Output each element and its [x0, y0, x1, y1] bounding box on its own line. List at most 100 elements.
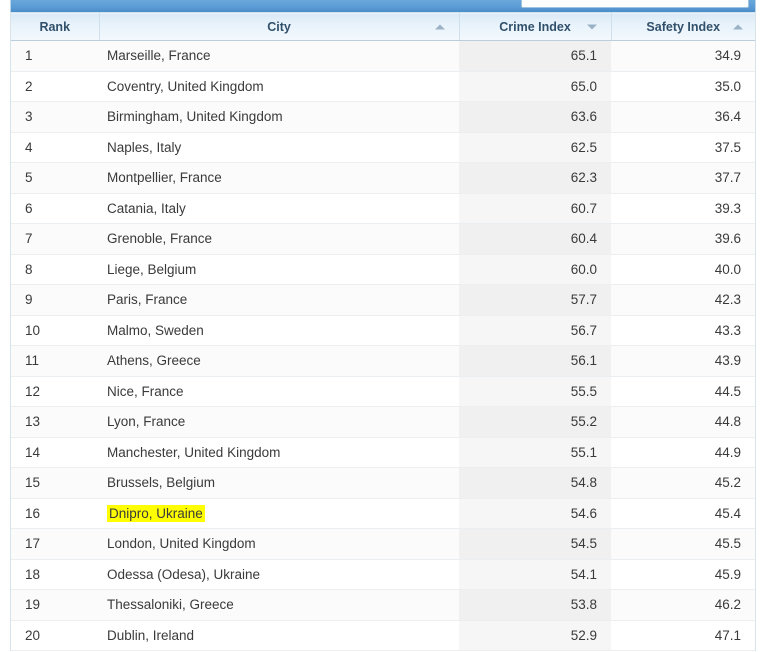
cell-rank: 7 — [11, 223, 99, 255]
cell-crime-index: 53.8 — [459, 589, 611, 621]
cell-safety-index: 44.5 — [611, 376, 755, 407]
highlighted-city-text: Dnipro, Ukraine — [107, 504, 205, 522]
cell-safety-index: 42.3 — [611, 284, 755, 316]
table-row[interactable]: 7 Grenoble, France 60.4 39.6 — [11, 223, 755, 255]
search-input[interactable] — [521, 0, 749, 8]
cell-rank: 4 — [11, 132, 99, 163]
cell-rank: 20 — [11, 620, 99, 651]
cell-safety-index: 45.2 — [611, 467, 755, 499]
table-row[interactable]: 3 Birmingham, United Kingdom 63.6 36.4 — [11, 101, 755, 133]
cell-rank: 17 — [11, 528, 99, 560]
table-row[interactable]: 13 Lyon, France 55.2 44.8 — [11, 406, 755, 438]
cell-rank: 1 — [11, 40, 99, 72]
table-row[interactable]: 6 Catania, Italy 60.7 39.3 — [11, 193, 755, 224]
table-body: 1 Marseille, France 65.1 34.9 2 Coventry, Uni… — [11, 40, 755, 651]
column-header-crime-index[interactable]: Crime Index — [459, 12, 612, 41]
cell-crime-index: 56.1 — [459, 345, 611, 377]
cell-city: Odessa (Odesa), Ukraine — [99, 559, 459, 590]
column-header-rank-label: Rank — [39, 19, 71, 34]
cell-rank: 6 — [11, 193, 99, 224]
cell-rank: 16 — [11, 498, 99, 529]
cell-crime-index: 60.0 — [459, 254, 611, 285]
cell-rank: 18 — [11, 559, 99, 590]
column-header-crime-index-label: Crime Index — [499, 19, 571, 34]
cell-crime-index: 54.8 — [459, 467, 611, 499]
cell-safety-index: 45.9 — [611, 559, 755, 590]
cell-safety-index: 40.0 — [611, 254, 755, 285]
cell-city: Naples, Italy — [99, 132, 459, 163]
table-row[interactable]: 4 Naples, Italy 62.5 37.5 — [11, 132, 755, 163]
cell-safety-index: 45.5 — [611, 528, 755, 560]
column-header-safety-index-label: Safety Index — [646, 19, 721, 34]
table-row[interactable]: 11 Athens, Greece 56.1 43.9 — [11, 345, 755, 377]
cell-city: Birmingham, United Kingdom — [99, 101, 459, 133]
cell-city: Montpellier, France — [99, 162, 459, 194]
cell-safety-index: 43.3 — [611, 315, 755, 346]
cell-city: Paris, France — [99, 284, 459, 316]
cell-safety-index: 45.4 — [611, 498, 755, 529]
cell-rank: 10 — [11, 315, 99, 346]
cell-crime-index: 52.9 — [459, 620, 611, 651]
cell-safety-index: 43.9 — [611, 345, 755, 377]
cell-city: Marseille, France — [99, 40, 459, 72]
cell-crime-index: 57.7 — [459, 284, 611, 316]
sort-descending-icon — [586, 24, 597, 29]
cell-crime-index: 54.5 — [459, 528, 611, 560]
cell-crime-index: 65.0 — [459, 71, 611, 102]
table-header-row: Rank City Crime Index Safety Index — [11, 12, 755, 41]
cell-rank: 5 — [11, 162, 99, 194]
table-row[interactable]: 12 Nice, France 55.5 44.5 — [11, 376, 755, 407]
cell-rank: 2 — [11, 71, 99, 102]
cell-city: London, United Kingdom — [99, 528, 459, 560]
table-row[interactable]: 2 Coventry, United Kingdom 65.0 35.0 — [11, 71, 755, 102]
table-row[interactable]: 20 Dublin, Ireland 52.9 47.1 — [11, 620, 755, 651]
cell-safety-index: 47.1 — [611, 620, 755, 651]
table-row[interactable]: 5 Montpellier, France 62.3 37.7 — [11, 162, 755, 194]
cell-crime-index: 65.1 — [459, 40, 611, 72]
cell-crime-index: 54.6 — [459, 498, 611, 529]
cell-crime-index: 63.6 — [459, 101, 611, 133]
cell-rank: 13 — [11, 406, 99, 438]
table-row[interactable]: 16 Dnipro, Ukraine 54.6 45.4 — [11, 498, 755, 529]
column-header-city-label: City — [267, 19, 291, 34]
table-row[interactable]: 1 Marseille, France 65.1 34.9 — [11, 40, 755, 72]
cell-rank: 9 — [11, 284, 99, 316]
table-row[interactable]: 18 Odessa (Odesa), Ukraine 54.1 45.9 — [11, 559, 755, 590]
table-row[interactable]: 19 Thessaloniki, Greece 53.8 46.2 — [11, 589, 755, 621]
cell-safety-index: 37.5 — [611, 132, 755, 163]
search-box[interactable] — [521, 0, 749, 8]
cell-city: Thessaloniki, Greece — [99, 589, 459, 621]
cell-crime-index: 54.1 — [459, 559, 611, 590]
cell-city: Grenoble, France — [99, 223, 459, 255]
crime-index-table-container: Rank City Crime Index Safety Index 1 Mar… — [10, 12, 756, 651]
cell-rank: 3 — [11, 101, 99, 133]
table-row[interactable]: 17 London, United Kingdom 54.5 45.5 — [11, 528, 755, 560]
column-header-safety-index[interactable]: Safety Index — [611, 12, 755, 41]
cell-city: Liege, Belgium — [99, 254, 459, 285]
sort-ascending-icon — [733, 24, 743, 29]
column-header-city[interactable]: City — [99, 12, 460, 41]
cell-safety-index: 39.3 — [611, 193, 755, 224]
table-row[interactable]: 9 Paris, France 57.7 42.3 — [11, 284, 755, 316]
cell-safety-index: 44.8 — [611, 406, 755, 438]
cell-city: Lyon, France — [99, 406, 459, 438]
table-row[interactable]: 10 Malmo, Sweden 56.7 43.3 — [11, 315, 755, 346]
cell-safety-index: 44.9 — [611, 437, 755, 468]
cell-crime-index: 55.1 — [459, 437, 611, 468]
cell-rank: 19 — [11, 589, 99, 621]
cell-rank: 12 — [11, 376, 99, 407]
table-row[interactable]: 8 Liege, Belgium 60.0 40.0 — [11, 254, 755, 285]
cell-crime-index: 62.5 — [459, 132, 611, 163]
table-row[interactable]: 14 Manchester, United Kingdom 55.1 44.9 — [11, 437, 755, 468]
cell-rank: 15 — [11, 467, 99, 499]
column-header-rank[interactable]: Rank — [11, 12, 100, 41]
cell-crime-index: 60.7 — [459, 193, 611, 224]
cell-safety-index: 39.6 — [611, 223, 755, 255]
cell-crime-index: 55.2 — [459, 406, 611, 438]
cell-city: Catania, Italy — [99, 193, 459, 224]
cell-safety-index: 46.2 — [611, 589, 755, 621]
cell-city: Coventry, United Kingdom — [99, 71, 459, 102]
table-row[interactable]: 15 Brussels, Belgium 54.8 45.2 — [11, 467, 755, 499]
cell-crime-index: 60.4 — [459, 223, 611, 255]
cell-rank: 14 — [11, 437, 99, 468]
